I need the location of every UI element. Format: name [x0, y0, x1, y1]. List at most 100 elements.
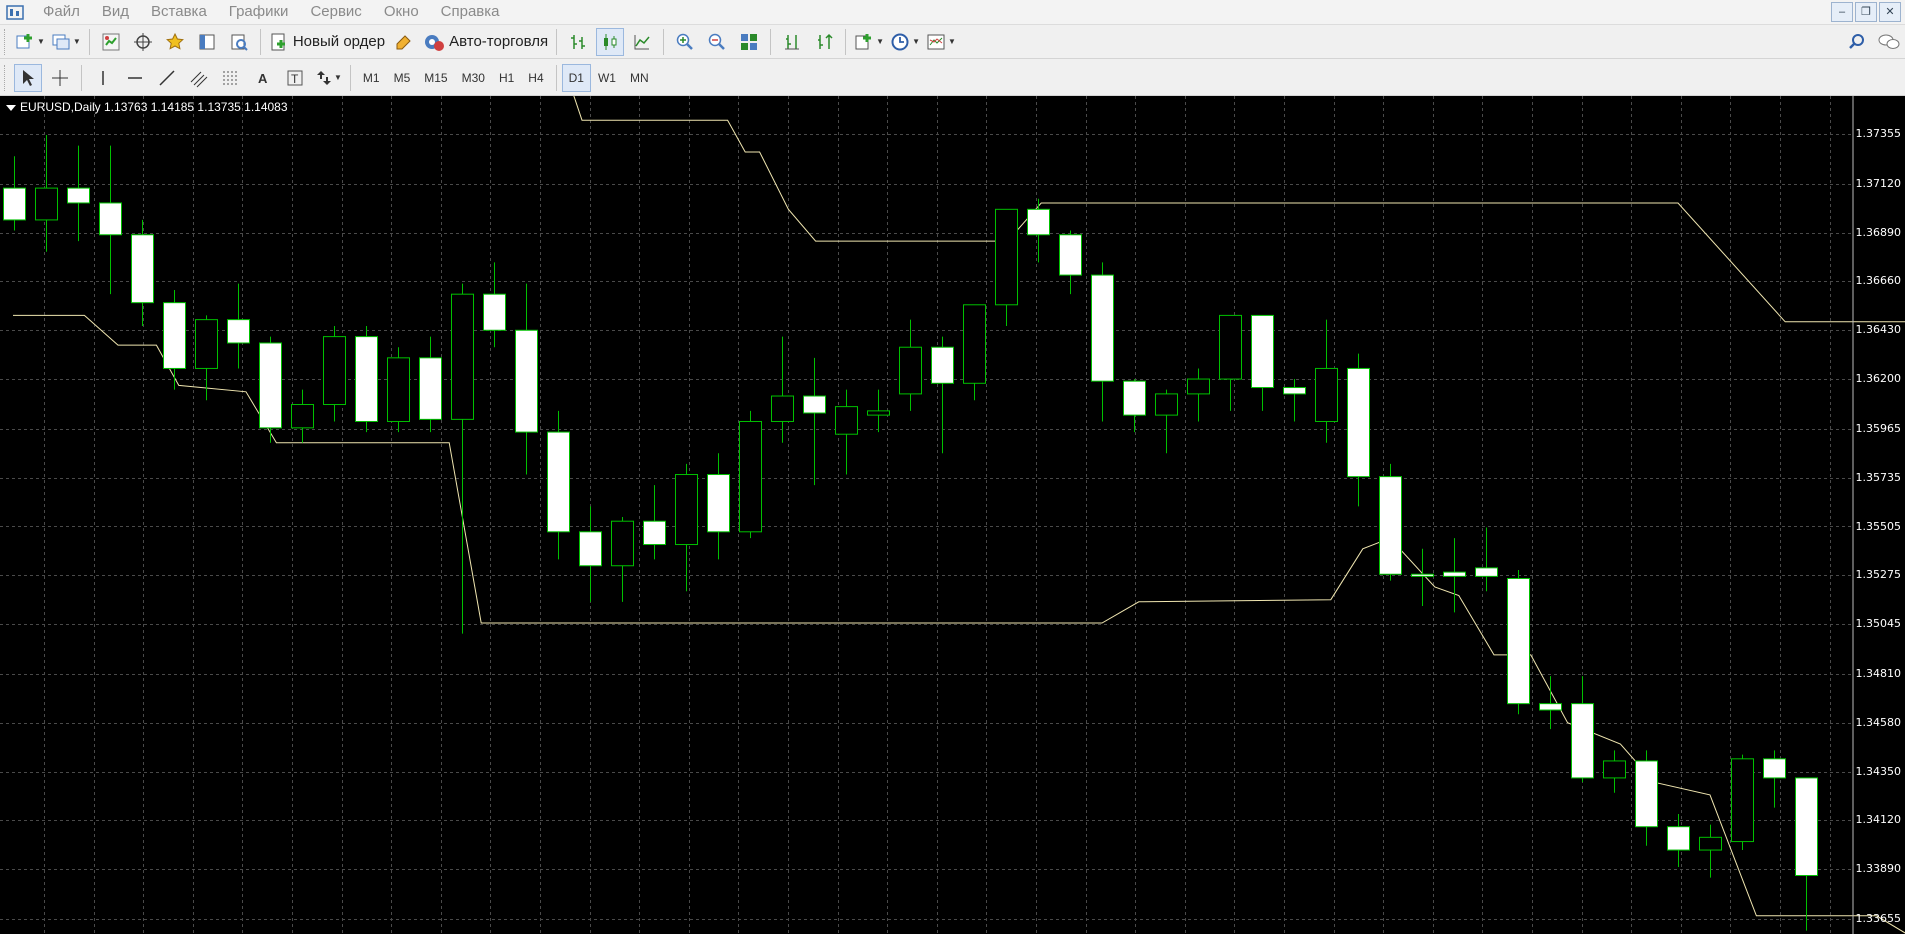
candles [3, 135, 1818, 931]
metaeditor-button[interactable] [390, 28, 418, 56]
terminal-button[interactable] [193, 28, 221, 56]
toolbar-separator [259, 28, 261, 55]
price-tick-label: 1.36200 [1855, 372, 1902, 386]
price-tick-label: 1.36890 [1855, 225, 1902, 239]
horizontal-line-button[interactable] [121, 64, 149, 92]
profiles-button[interactable]: ▼ [50, 28, 82, 56]
price-axis[interactable]: 1.37355 1.37120 1.36890 1.36660 1.36430 1.362… [1853, 96, 1905, 934]
new-order-button[interactable]: Новый ордер [268, 28, 386, 56]
timeframe-h1[interactable]: H1 [492, 64, 521, 92]
candle-body [259, 342, 282, 429]
timeframe-h4[interactable]: H4 [521, 64, 550, 92]
market-watch-button[interactable] [97, 28, 125, 56]
templates-button[interactable]: ▼ [925, 28, 957, 56]
candle-body [163, 302, 186, 369]
cursor-tool-button[interactable] [14, 63, 42, 92]
menu-charts[interactable]: Графики [218, 0, 300, 24]
favorites-button[interactable] [161, 28, 189, 56]
toolbar-grip[interactable] [4, 64, 8, 91]
text-tool-button[interactable]: A [249, 64, 277, 92]
tile-windows-button[interactable] [735, 28, 763, 56]
text-label-button[interactable]: T [281, 64, 309, 92]
collapse-triangle-icon[interactable] [6, 104, 16, 111]
candlestick-chart[interactable] [0, 96, 1905, 934]
bar-chart-button[interactable] [564, 28, 592, 56]
candle-body [643, 520, 666, 546]
search-button[interactable] [1843, 28, 1871, 56]
candle [451, 283, 474, 634]
timeframe-m5[interactable]: M5 [387, 64, 418, 92]
candle [803, 357, 826, 486]
candle [1155, 389, 1178, 454]
autoscroll-button[interactable] [810, 28, 838, 56]
timeframe-w1[interactable]: W1 [591, 64, 623, 92]
candle-body [195, 319, 218, 369]
arrows-button[interactable]: ▼ [313, 64, 343, 92]
chart-shift-button[interactable] [778, 28, 806, 56]
candle [1667, 813, 1690, 868]
equidistant-channel-button[interactable] [185, 64, 213, 92]
chart-shift-icon [785, 34, 800, 49]
new-chart-button[interactable]: ▼ [14, 28, 46, 56]
candlestick-button[interactable] [596, 27, 625, 56]
indicators-button[interactable]: ▼ [853, 28, 885, 56]
candle [611, 516, 634, 602]
vertical-line-button[interactable] [89, 64, 117, 92]
price-tick-label: 1.35275 [1855, 568, 1902, 582]
profiles-icon [52, 34, 70, 49]
candle-body [1635, 760, 1658, 828]
restore-button[interactable]: ❐ [1855, 2, 1877, 22]
menu-bar: Файл Вид Вставка Графики Сервис Окно Спр… [0, 0, 1905, 25]
candle-body [35, 187, 58, 221]
candle [1347, 353, 1370, 507]
candle [1091, 262, 1114, 422]
menu-window[interactable]: Окно [373, 0, 430, 24]
candle-body [1443, 571, 1466, 577]
periods-button[interactable]: ▼ [889, 28, 921, 56]
candle-body [995, 208, 1018, 306]
navigator-button[interactable] [129, 28, 157, 56]
fibonacci-button[interactable] [217, 64, 245, 92]
timeframe-mn[interactable]: MN [623, 64, 656, 92]
timeframe-m30[interactable]: M30 [455, 64, 492, 92]
strategy-tester-button[interactable] [225, 28, 253, 56]
candle-body [579, 531, 602, 567]
menu-tools[interactable]: Сервис [299, 0, 372, 24]
price-tick-label: 1.35965 [1855, 421, 1902, 435]
chat-button[interactable] [1875, 28, 1903, 56]
timeframe-m15[interactable]: M15 [417, 64, 454, 92]
timeframe-d1[interactable]: D1 [561, 63, 591, 92]
price-tick-label: 1.34580 [1855, 715, 1902, 729]
candle-body [1411, 573, 1434, 577]
menu-help[interactable]: Справка [430, 0, 511, 24]
crosshair-tool-button[interactable] [46, 64, 74, 92]
candle-body [1283, 387, 1306, 395]
menu-file[interactable]: Файл [32, 0, 91, 24]
svg-text:A: A [258, 71, 268, 86]
candle-body [387, 357, 410, 422]
line-chart-button[interactable] [628, 28, 656, 56]
zoom-out-button[interactable] [703, 28, 731, 56]
trendline-button[interactable] [153, 64, 181, 92]
minimize-button[interactable]: – [1831, 2, 1853, 22]
auto-trading-button[interactable]: Авто-торговля [422, 28, 549, 56]
auto-trading-label: Авто-торговля [449, 33, 549, 50]
toolbar-separator [556, 28, 558, 55]
candle [1027, 198, 1050, 263]
timeframe-m1[interactable]: M1 [356, 64, 387, 92]
toolbar-grip[interactable] [4, 28, 8, 55]
candle-body [323, 336, 346, 406]
zoom-in-button[interactable] [671, 28, 699, 56]
chart-window[interactable]: EURUSD,Daily 1.13763 1.14185 1.13735 1.1… [0, 96, 1905, 934]
candle-body [1027, 208, 1050, 236]
candle-body [899, 346, 922, 395]
menu-insert[interactable]: Вставка [140, 0, 218, 24]
candle [1571, 676, 1594, 783]
horizontal-line-icon [128, 76, 142, 79]
close-button[interactable]: ✕ [1879, 2, 1901, 22]
svg-text:T: T [291, 72, 299, 86]
menu-view[interactable]: Вид [91, 0, 140, 24]
candle-body [1123, 380, 1146, 416]
candle [1411, 548, 1434, 607]
new-chart-icon [16, 33, 32, 48]
